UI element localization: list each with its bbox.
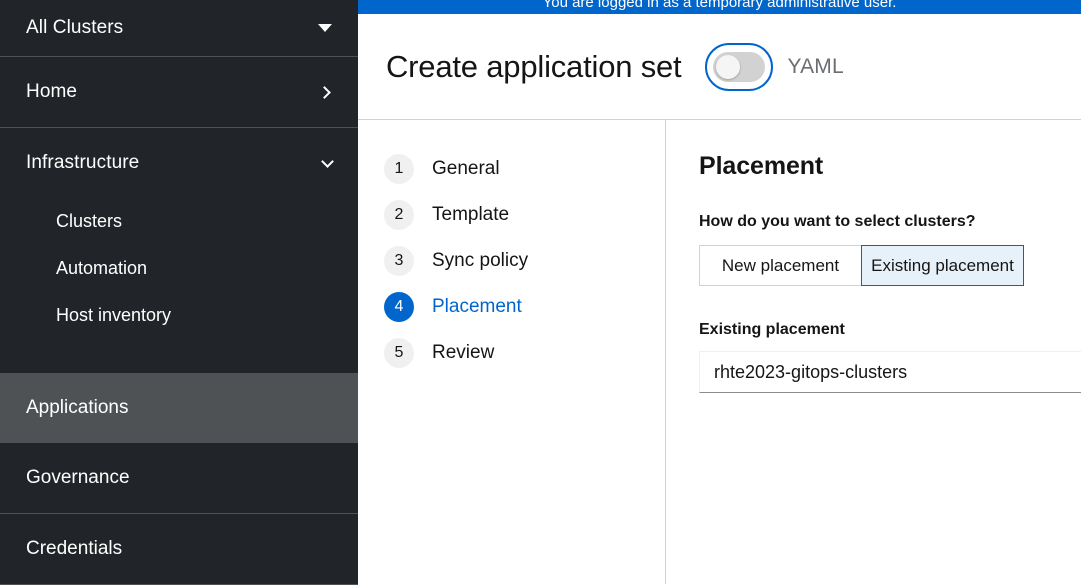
sidebar-item-clusters[interactable]: Clusters — [0, 198, 358, 245]
existing-placement-button[interactable]: Existing placement — [861, 245, 1024, 286]
sidebar-item-automation[interactable]: Automation — [0, 245, 358, 292]
step-label: Review — [432, 342, 495, 363]
content-title: Placement — [699, 152, 824, 180]
sidebar-item-label: Governance — [26, 467, 130, 488]
step-label: Sync policy — [432, 250, 529, 271]
step-label: Template — [432, 204, 510, 225]
wizard-step-review[interactable]: 5 Review — [358, 330, 665, 376]
existing-placement-select[interactable]: rhte2023-gitops-clusters — [699, 351, 1081, 393]
new-placement-button[interactable]: New placement — [699, 245, 862, 286]
step-number: 1 — [384, 154, 414, 184]
sidebar-item-applications[interactable]: Applications — [0, 373, 358, 443]
cluster-selector[interactable]: All Clusters — [0, 0, 358, 56]
banner-text: You are logged in as a temporary adminis… — [542, 0, 897, 11]
placement-mode-toggle-group: New placement Existing placement — [699, 245, 1024, 286]
sidebar-item-label: Home — [26, 81, 78, 102]
sidebar-item-label: Credentials — [26, 538, 123, 559]
sidebar-item-label: Infrastructure — [26, 152, 140, 173]
page-header: Create application set YAML — [358, 14, 1081, 120]
page-root: All Clusters Home Infrastructure Cluster… — [0, 0, 1081, 585]
temporary-user-banner: You are logged in as a temporary adminis… — [358, 0, 1081, 14]
step-number: 4 — [384, 292, 414, 322]
chevron-right-icon — [318, 85, 331, 99]
wizard-step-general[interactable]: 1 General — [358, 146, 665, 192]
wizard-content: Placement How do you want to select clus… — [666, 120, 1081, 584]
sidebar-item-label: Applications — [26, 397, 129, 418]
yaml-toggle[interactable] — [705, 42, 774, 91]
yaml-toggle-group: YAML — [705, 42, 844, 91]
cluster-selection-question-label: How do you want to select clusters? — [699, 213, 976, 230]
sidebar-item-home[interactable]: Home — [0, 57, 358, 127]
sidebar-item-infrastructure[interactable]: Infrastructure — [0, 128, 358, 198]
sidebar: All Clusters Home Infrastructure Cluster… — [0, 0, 358, 585]
step-number: 5 — [384, 338, 414, 368]
chevron-down-icon — [321, 154, 334, 168]
wizard-step-template[interactable]: 2 Template — [358, 192, 665, 238]
step-label: Placement — [432, 296, 522, 317]
sidebar-item-label: Automation — [56, 258, 148, 278]
yaml-toggle-track — [713, 51, 766, 82]
sidebar-item-credentials[interactable]: Credentials — [0, 514, 358, 584]
yaml-toggle-knob — [716, 54, 741, 79]
main-area: You are logged in as a temporary adminis… — [358, 0, 1081, 585]
page-title: Create application set — [386, 48, 682, 84]
yaml-label: YAML — [787, 54, 844, 78]
wizard-steps: 1 General 2 Template 3 Sync policy 4 Pla… — [358, 120, 666, 584]
step-number: 3 — [384, 246, 414, 276]
step-label: General — [432, 158, 500, 179]
wizard-step-sync-policy[interactable]: 3 Sync policy — [358, 238, 665, 284]
wizard-step-placement[interactable]: 4 Placement — [358, 284, 665, 330]
cluster-selector-label: All Clusters — [26, 17, 124, 38]
sidebar-item-label: Clusters — [56, 211, 123, 231]
caret-down-icon — [318, 24, 332, 32]
wizard: 1 General 2 Template 3 Sync policy 4 Pla… — [358, 120, 1081, 584]
step-number: 2 — [384, 200, 414, 230]
sidebar-item-label: Host inventory — [56, 305, 172, 325]
existing-placement-label: Existing placement — [699, 321, 845, 338]
sidebar-item-governance[interactable]: Governance — [0, 443, 358, 513]
sidebar-item-host-inventory[interactable]: Host inventory — [0, 292, 358, 339]
